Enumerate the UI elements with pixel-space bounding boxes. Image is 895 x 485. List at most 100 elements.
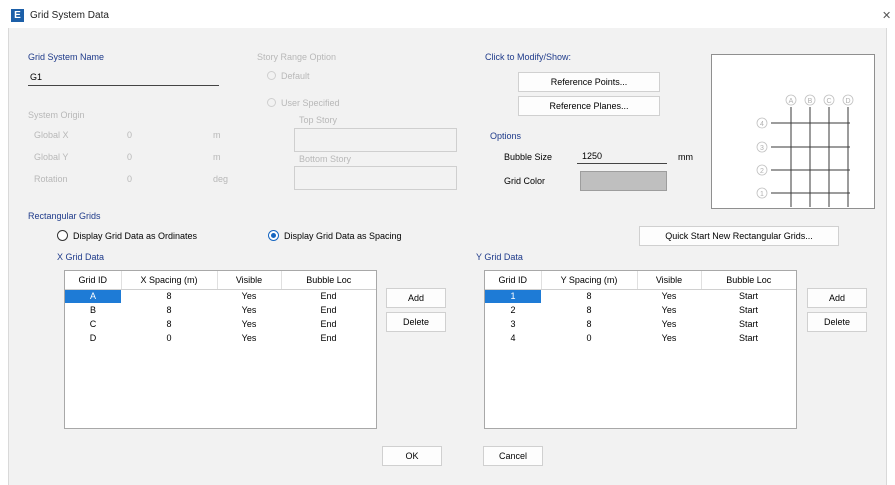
y-cell-spacing[interactable]: 8 (541, 317, 637, 331)
x-cell-spacing[interactable]: 8 (121, 303, 217, 317)
title-bar: E Grid System Data ✕ (0, 0, 895, 28)
y-cell-visible[interactable]: Yes (637, 331, 701, 345)
user-specified-radio[interactable] (267, 98, 276, 107)
global-y-value[interactable]: 0 (127, 152, 132, 162)
table-row[interactable]: 3 8 Yes Start (485, 317, 796, 331)
system-origin-label: System Origin (28, 110, 85, 120)
y-cell-visible[interactable]: Yes (637, 303, 701, 317)
table-row[interactable]: B 8 Yes End (65, 303, 376, 317)
rotation-value[interactable]: 0 (127, 174, 132, 184)
y-cell-visible[interactable]: Yes (637, 317, 701, 331)
x-cell-visible[interactable]: Yes (217, 331, 281, 345)
x-cell-bubble-loc[interactable]: End (281, 331, 376, 345)
y-cell-spacing[interactable]: 8 (541, 289, 637, 303)
y-cell-grid-id[interactable]: 4 (485, 331, 541, 345)
grid-system-name-label: Grid System Name (28, 52, 105, 62)
x-cell-visible[interactable]: Yes (217, 303, 281, 317)
y-cell-grid-id[interactable]: 1 (485, 289, 541, 303)
x-header-grid-id[interactable]: Grid ID (65, 271, 122, 290)
top-story-select[interactable] (294, 128, 457, 152)
x-cell-grid-id[interactable]: B (65, 303, 121, 317)
window-title: Grid System Data (30, 10, 109, 21)
x-add-button[interactable]: Add (386, 288, 446, 308)
grid-color-swatch[interactable] (580, 171, 667, 191)
table-row[interactable]: 4 0 Yes Start (485, 331, 796, 345)
bubble-size-value: 1250 (582, 151, 603, 161)
table-row[interactable]: 2 8 Yes Start (485, 303, 796, 317)
y-header-spacing[interactable]: Y Spacing (m) (541, 271, 638, 290)
grid-preview-drawing: A B C D 4 3 2 1 (756, 94, 854, 207)
x-header-spacing[interactable]: X Spacing (m) (121, 271, 218, 290)
grid-system-name-value: G1 (30, 72, 43, 82)
x-header-visible[interactable]: Visible (217, 271, 282, 290)
user-specified-label: User Specified (281, 98, 340, 108)
y-cell-spacing[interactable]: 8 (541, 303, 637, 317)
dialog-body: Grid System Name G1 System Origin Global… (8, 28, 887, 485)
table-row[interactable]: A 8 Yes End (65, 289, 376, 303)
x-header-bubble-loc[interactable]: Bubble Loc (281, 271, 376, 290)
y-header-visible[interactable]: Visible (637, 271, 702, 290)
preview-bubble-1: 1 (760, 191, 764, 198)
preview-bubble-d: D (845, 98, 850, 105)
y-cell-bubble-loc[interactable]: Start (701, 331, 796, 345)
preview-bubble-a: A (789, 98, 794, 105)
x-cell-bubble-loc[interactable]: End (281, 289, 376, 303)
story-range-label: Story Range Option (257, 52, 337, 62)
bubble-size-label: Bubble Size (504, 152, 553, 162)
y-cell-bubble-loc[interactable]: Start (701, 317, 796, 331)
grid-system-dialog: E Grid System Data ✕ Grid System Name G1… (0, 0, 895, 485)
x-cell-bubble-loc[interactable]: End (281, 317, 376, 331)
x-cell-spacing[interactable]: 8 (121, 289, 217, 303)
ok-button[interactable]: OK (382, 446, 442, 466)
y-cell-bubble-loc[interactable]: Start (701, 303, 796, 317)
y-cell-bubble-loc[interactable]: Start (701, 289, 796, 303)
bubble-size-input[interactable]: 1250 (577, 148, 667, 164)
reference-points-button[interactable]: Reference Points... (518, 72, 660, 92)
rotation-unit: deg (213, 174, 229, 184)
table-row[interactable]: 1 8 Yes Start (485, 289, 796, 303)
bottom-story-select[interactable] (294, 166, 457, 190)
global-x-label: Global X (34, 130, 69, 140)
y-grid-table: Grid ID Y Spacing (m) Visible Bubble Loc… (484, 270, 797, 429)
grid-color-label: Grid Color (504, 176, 546, 186)
y-delete-button[interactable]: Delete (807, 312, 867, 332)
x-cell-grid-id[interactable]: A (65, 289, 121, 303)
spacing-radio[interactable] (268, 230, 279, 241)
rectangular-grids-label: Rectangular Grids (28, 211, 101, 221)
close-icon[interactable]: ✕ (882, 9, 891, 22)
ordinates-radio[interactable] (57, 230, 68, 241)
x-cell-spacing[interactable]: 8 (121, 317, 217, 331)
y-cell-spacing[interactable]: 0 (541, 331, 637, 345)
x-cell-spacing[interactable]: 0 (121, 331, 217, 345)
default-radio-label: Default (281, 71, 310, 81)
etabs-app-icon: E (11, 9, 24, 22)
modify-show-label: Click to Modify/Show: (485, 52, 572, 62)
spacing-radio-label: Display Grid Data as Spacing (284, 231, 402, 241)
x-cell-grid-id[interactable]: C (65, 317, 121, 331)
preview-bubble-2: 2 (760, 168, 764, 175)
global-x-value[interactable]: 0 (127, 130, 132, 140)
global-y-unit: m (213, 152, 221, 162)
x-delete-button[interactable]: Delete (386, 312, 446, 332)
y-add-button[interactable]: Add (807, 288, 867, 308)
default-radio[interactable] (267, 71, 276, 80)
y-cell-grid-id[interactable]: 3 (485, 317, 541, 331)
table-row[interactable]: C 8 Yes End (65, 317, 376, 331)
table-row[interactable]: D 0 Yes End (65, 331, 376, 345)
global-y-label: Global Y (34, 152, 69, 162)
quick-start-button[interactable]: Quick Start New Rectangular Grids... (639, 226, 839, 246)
bubble-size-unit: mm (678, 152, 693, 162)
cancel-button[interactable]: Cancel (483, 446, 543, 466)
grid-system-name-input[interactable]: G1 (28, 70, 219, 86)
x-grid-table: Grid ID X Spacing (m) Visible Bubble Loc… (64, 270, 377, 429)
x-cell-grid-id[interactable]: D (65, 331, 121, 345)
y-cell-visible[interactable]: Yes (637, 289, 701, 303)
x-cell-visible[interactable]: Yes (217, 317, 281, 331)
x-cell-visible[interactable]: Yes (217, 289, 281, 303)
y-header-grid-id[interactable]: Grid ID (485, 271, 542, 290)
x-cell-bubble-loc[interactable]: End (281, 303, 376, 317)
y-header-bubble-loc[interactable]: Bubble Loc (701, 271, 796, 290)
preview-bubble-b: B (808, 98, 813, 105)
y-cell-grid-id[interactable]: 2 (485, 303, 541, 317)
reference-planes-button[interactable]: Reference Planes... (518, 96, 660, 116)
